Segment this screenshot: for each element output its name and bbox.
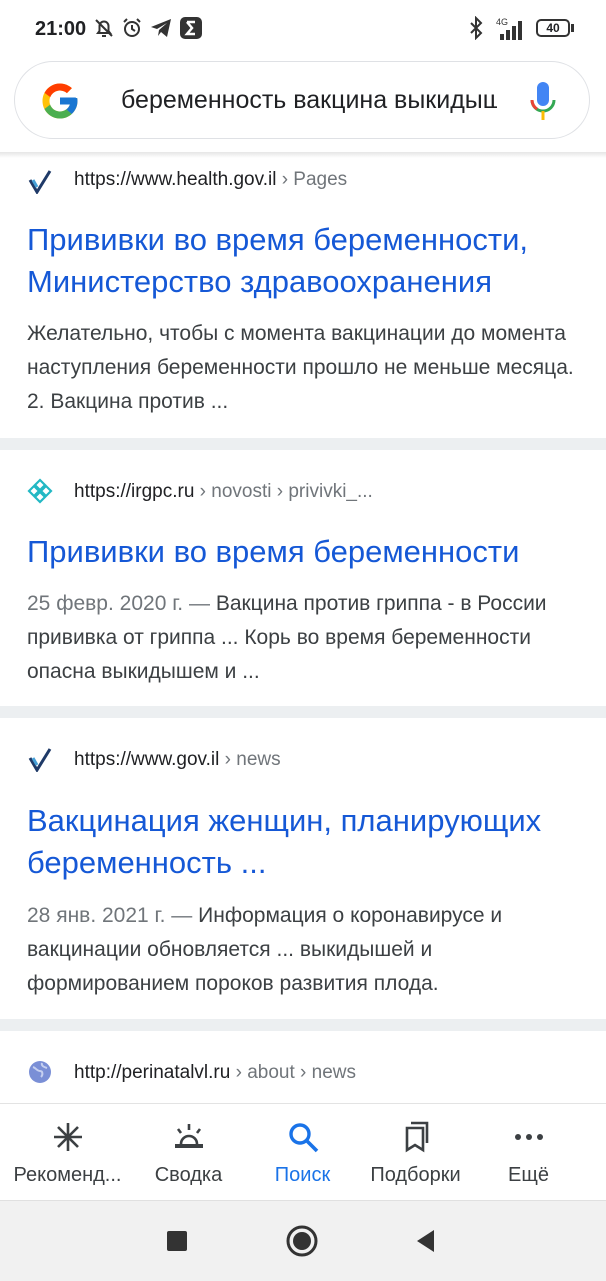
bottom-navigation: Рекоменд... Сводка Поиск Подборки Ещё (0, 1103, 606, 1200)
bell-off-icon (95, 19, 113, 37)
nav-label: Ещё (508, 1164, 549, 1186)
result-divider (0, 438, 606, 450)
nav-item-search[interactable]: Поиск (242, 1104, 363, 1200)
search-input[interactable]: беременность вакцина выкидыш (121, 86, 497, 115)
asterisk-icon (54, 1123, 82, 1151)
nav-label: Рекоменд... (13, 1164, 122, 1186)
telegram-icon (151, 19, 171, 37)
nav-item-collections[interactable]: Подборки (355, 1104, 476, 1200)
result-url-host: https://www.health.gov.il (74, 169, 277, 190)
result-date: 25 февр. 2020 г. — (27, 592, 216, 615)
signal-icon (500, 21, 522, 40)
sunrise-icon (175, 1124, 203, 1148)
status-bar: 21:00 4G 40 (0, 0, 606, 60)
battery-indicator: 40 (536, 19, 570, 37)
result-url[interactable]: https://www.health.gov.il › Pages (74, 169, 347, 191)
recent-apps-icon[interactable] (159, 1223, 195, 1259)
result-url-host: http://perinatalvl.ru (74, 1062, 231, 1083)
result-title: Прививки во время беременности (27, 534, 520, 569)
nav-item-recommendations[interactable]: Рекоменд... (7, 1104, 128, 1200)
result-url-path: › novosti › privivki_... (194, 481, 373, 502)
search-box[interactable]: беременность вакцина выкидыш (14, 61, 590, 139)
back-icon[interactable] (408, 1223, 444, 1259)
result-snippet: 25 февр. 2020 г. — Вакцина против гриппа… (27, 587, 587, 689)
result-title-link[interactable]: Вакцинация женщин, планирующих беременно… (27, 800, 587, 884)
result-url[interactable]: https://www.gov.il › news (74, 749, 281, 771)
nav-label: Поиск (274, 1164, 331, 1186)
result-divider (0, 1019, 606, 1031)
status-time: 21:00 (35, 18, 87, 40)
battery-tip (571, 24, 574, 32)
home-icon[interactable] (284, 1223, 320, 1259)
search-icon (289, 1123, 319, 1153)
more-dots-icon (515, 1134, 543, 1140)
search-result: http://perinatalvl.ru › about › news (0, 1031, 606, 1103)
google-logo-icon[interactable] (39, 80, 81, 122)
alarm-icon (123, 18, 141, 37)
health-gov-favicon-icon (28, 170, 52, 194)
search-result: https://irgpc.ru › novosti › privivki_..… (0, 450, 606, 705)
result-url-host: https://irgpc.ru (74, 481, 195, 502)
nav-item-more[interactable]: Ещё (468, 1104, 589, 1200)
microphone-icon[interactable] (529, 80, 557, 122)
result-url-path: › Pages (276, 169, 348, 190)
gov-il-favicon-icon (28, 748, 52, 772)
search-result: https://www.health.gov.il › Pages Привив… (0, 158, 606, 438)
result-date: 28 янв. 2021 г. — (27, 904, 199, 927)
result-title-link[interactable]: Прививки во время беременности, Министер… (27, 219, 587, 303)
result-snippet: 28 янв. 2021 г. — Информация о коронавир… (27, 899, 587, 1001)
battery-level: 40 (546, 21, 560, 35)
globe-favicon-icon (29, 1061, 51, 1083)
result-url[interactable]: http://perinatalvl.ru › about › news (74, 1062, 356, 1084)
sigma-app-icon (180, 17, 202, 39)
search-result: https://www.gov.il › news Вакцинация жен… (0, 718, 606, 1018)
irgpc-favicon-icon (27, 478, 53, 504)
nav-label: Подборки (370, 1164, 461, 1186)
result-url-path: › news (219, 749, 281, 770)
system-navigation-bar (0, 1200, 606, 1281)
result-snippet-text: Желательно, чтобы с момента вакцинации д… (27, 322, 574, 413)
result-title: Вакцинация женщин, планирующих беременно… (27, 803, 542, 880)
result-title-link[interactable]: Прививки во время беременности (27, 531, 587, 573)
bookmarks-icon (405, 1121, 429, 1153)
nav-label: Сводка (154, 1164, 223, 1186)
result-url-path: › about › news (230, 1062, 356, 1083)
result-url[interactable]: https://irgpc.ru › novosti › privivki_..… (74, 481, 373, 503)
result-url-host: https://www.gov.il (74, 749, 220, 770)
nav-item-summary[interactable]: Сводка (128, 1104, 249, 1200)
result-divider (0, 706, 606, 718)
result-snippet: Желательно, чтобы с момента вакцинации д… (27, 317, 587, 419)
result-title: Прививки во время беременности, Министер… (27, 222, 529, 299)
bluetooth-icon (470, 16, 483, 40)
